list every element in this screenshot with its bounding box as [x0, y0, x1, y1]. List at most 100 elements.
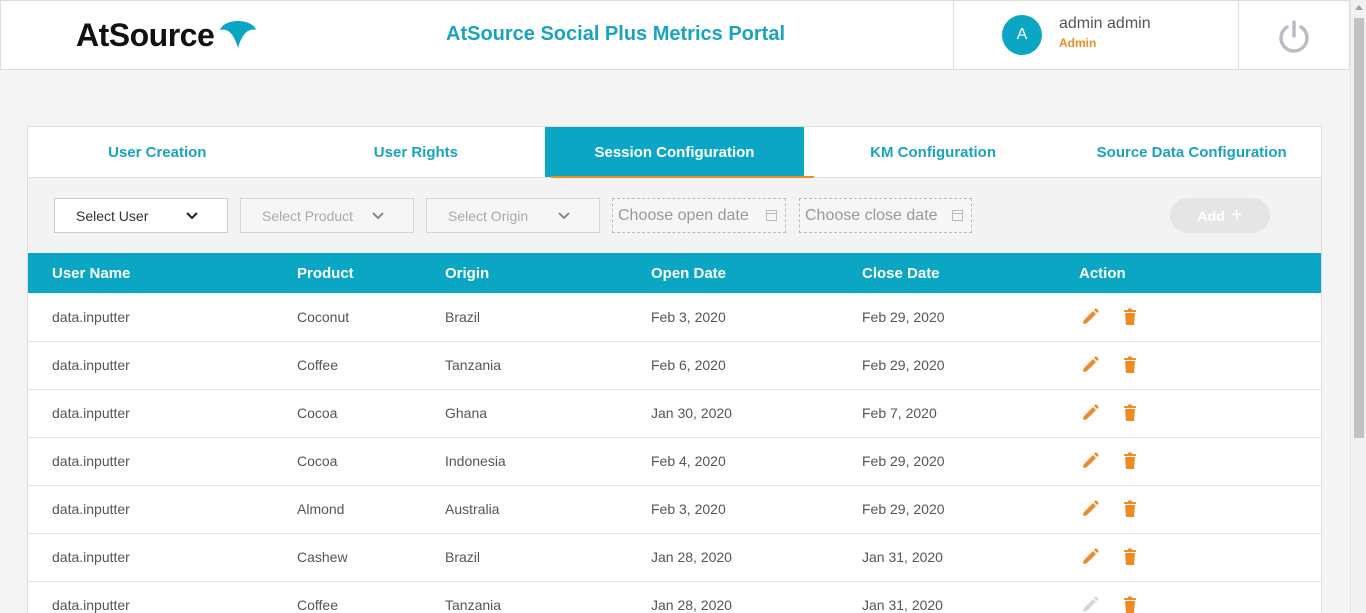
chevron-down-icon — [372, 212, 384, 220]
sessions-table: User Name Product Origin Open Date Close… — [28, 253, 1321, 613]
close-date-input[interactable]: Choose close date — [799, 198, 972, 233]
trash-icon[interactable] — [1121, 596, 1139, 613]
user-role: Admin — [1059, 36, 1097, 50]
cell-open-date: Feb 3, 2020 — [651, 293, 862, 342]
cell-open-date: Jan 28, 2020 — [651, 581, 862, 613]
cell-product: Almond — [297, 485, 445, 534]
tab-user-rights[interactable]: User Rights — [287, 127, 546, 177]
page-scrollbar[interactable] — [1350, 0, 1366, 613]
cell-open-date: Jan 30, 2020 — [651, 389, 862, 438]
cell-origin: Tanzania — [445, 581, 651, 613]
select-user-label: Select User — [76, 207, 149, 224]
table-row: data.inputter Cashew Brazil Jan 28, 2020 Jan… — [28, 533, 1321, 582]
cell-origin: Australia — [445, 485, 651, 534]
select-origin-label: Select Origin — [448, 207, 529, 224]
table-header-row: User Name Product Origin Open Date Close… — [28, 253, 1321, 293]
power-icon[interactable] — [1277, 19, 1311, 53]
filter-bar: Select User Select Product Select Origin… — [28, 178, 1321, 253]
pencil-icon[interactable] — [1081, 500, 1099, 518]
cell-action — [1079, 581, 1321, 613]
calendar-icon — [766, 210, 777, 221]
cell-close-date: Feb 29, 2020 — [862, 485, 1079, 534]
cell-close-date: Jan 31, 2020 — [862, 581, 1079, 613]
header-open-date[interactable]: Open Date — [651, 253, 862, 293]
header-origin[interactable]: Origin — [445, 253, 651, 293]
pencil-icon[interactable] — [1081, 356, 1099, 374]
header-product[interactable]: Product — [297, 253, 445, 293]
cell-origin: Brazil — [445, 533, 651, 582]
cell-close-date: Feb 7, 2020 — [862, 389, 1079, 438]
trash-icon[interactable] — [1121, 404, 1139, 422]
user-menu[interactable]: A admin admin Admin — [953, 1, 1239, 70]
table-row: data.inputter Cocoa Ghana Jan 30, 2020 Feb 7… — [28, 389, 1321, 438]
cell-user-name: data.inputter — [28, 581, 297, 613]
cell-action — [1079, 389, 1321, 438]
add-label: Add — [1197, 207, 1225, 224]
trash-icon[interactable] — [1121, 500, 1139, 518]
app-header: AtSource AtSource Social Plus Metrics Po… — [0, 0, 1350, 70]
select-product-dropdown[interactable]: Select Product — [240, 198, 414, 233]
table-row: data.inputter Cocoa Indonesia Feb 4, 2020 Fe… — [28, 437, 1321, 486]
tab-session-configuration[interactable]: Session Configuration — [545, 127, 814, 178]
tab-bar: User Creation User Rights Session Config… — [28, 127, 1321, 178]
cell-product: Cocoa — [297, 437, 445, 486]
cell-user-name: data.inputter — [28, 437, 297, 486]
tab-user-creation[interactable]: User Creation — [28, 127, 287, 177]
header-close-date[interactable]: Close Date — [862, 253, 1079, 293]
cell-open-date: Feb 6, 2020 — [651, 341, 862, 390]
select-product-label: Select Product — [262, 207, 354, 224]
cell-origin: Brazil — [445, 293, 651, 342]
add-session-button[interactable]: Add + — [1170, 198, 1270, 233]
scroll-up-arrow-icon[interactable] — [1355, 5, 1363, 10]
cell-product: Cashew — [297, 533, 445, 582]
cell-user-name: data.inputter — [28, 533, 297, 582]
cell-close-date: Feb 29, 2020 — [862, 437, 1079, 486]
trash-icon[interactable] — [1121, 308, 1139, 326]
cell-product: Coconut — [297, 293, 445, 342]
cell-user-name: data.inputter — [28, 485, 297, 534]
cell-close-date: Feb 29, 2020 — [862, 293, 1079, 342]
session-configuration-panel: User Creation User Rights Session Config… — [27, 126, 1322, 613]
scroll-thumb[interactable] — [1354, 18, 1364, 438]
trash-icon[interactable] — [1121, 452, 1139, 470]
pencil-icon[interactable] — [1081, 596, 1099, 613]
cell-close-date: Jan 31, 2020 — [862, 533, 1079, 582]
cell-user-name: data.inputter — [28, 389, 297, 438]
pencil-icon[interactable] — [1081, 452, 1099, 470]
pencil-icon[interactable] — [1081, 308, 1099, 326]
chevron-down-icon — [558, 212, 570, 220]
cell-origin: Tanzania — [445, 341, 651, 390]
open-date-input[interactable]: Choose open date — [612, 198, 786, 233]
cell-action — [1079, 437, 1321, 486]
trash-icon[interactable] — [1121, 548, 1139, 566]
tab-source-data-configuration[interactable]: Source Data Configuration — [1062, 127, 1321, 177]
portal-title: AtSource Social Plus Metrics Portal — [446, 23, 785, 45]
user-name: admin admin — [1059, 15, 1151, 32]
close-date-placeholder: Choose close date — [805, 206, 938, 224]
cell-action — [1079, 293, 1321, 342]
chevron-down-icon — [186, 212, 198, 220]
table-row: data.inputter Almond Australia Feb 3, 2020 F… — [28, 485, 1321, 534]
cell-action — [1079, 341, 1321, 390]
cell-user-name: data.inputter — [28, 293, 297, 342]
table-row: data.inputter Coffee Tanzania Feb 6, 2020 Fe… — [28, 341, 1321, 390]
cell-open-date: Jan 28, 2020 — [651, 533, 862, 582]
pencil-icon[interactable] — [1081, 548, 1099, 566]
header-action: Action — [1079, 264, 1126, 282]
trash-icon[interactable] — [1121, 356, 1139, 374]
pencil-icon[interactable] — [1081, 404, 1099, 422]
cell-open-date: Feb 4, 2020 — [651, 437, 862, 486]
avatar: A — [1002, 15, 1042, 55]
cell-user-name: data.inputter — [28, 341, 297, 390]
logo-text: AtSource — [76, 16, 215, 53]
plus-icon: + — [1230, 203, 1243, 226]
cell-close-date: Feb 29, 2020 — [862, 341, 1079, 390]
cell-origin: Indonesia — [445, 437, 651, 486]
tab-km-configuration[interactable]: KM Configuration — [804, 127, 1063, 177]
cell-product: Cocoa — [297, 389, 445, 438]
header-user-name[interactable]: User Name — [28, 253, 297, 293]
select-origin-dropdown[interactable]: Select Origin — [426, 198, 600, 233]
open-date-placeholder: Choose open date — [618, 206, 749, 224]
select-user-dropdown[interactable]: Select User — [54, 198, 228, 233]
logo[interactable]: AtSource — [76, 15, 258, 55]
